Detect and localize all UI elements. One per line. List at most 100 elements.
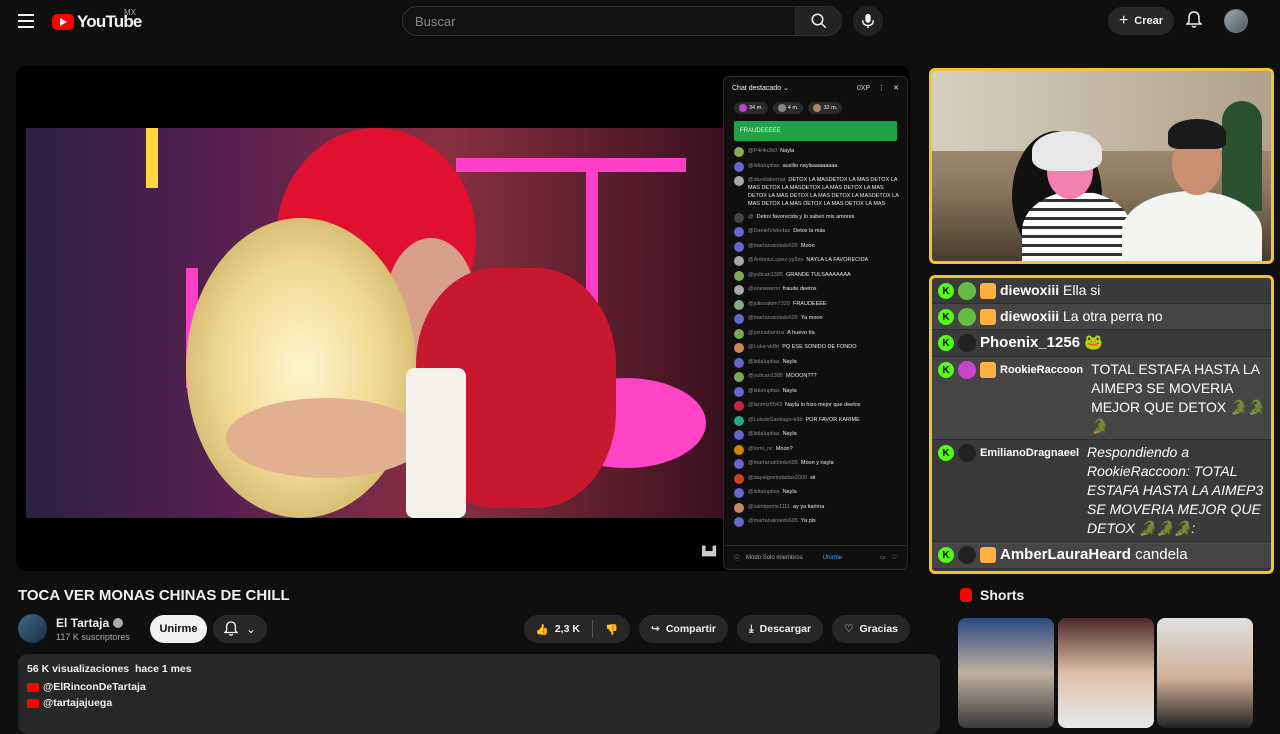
kick-username[interactable]: diewoxiii <box>1000 308 1059 324</box>
kick-username[interactable]: EmilianoDragnaeel <box>980 443 1079 538</box>
bell-icon <box>223 621 238 636</box>
like-dislike-button[interactable]: 👍 2,3 K 👎 <box>523 615 631 643</box>
kick-message-content: AmberLauraHeard candela <box>1000 545 1188 565</box>
chat-username[interactable]: @lidiaIupitas <box>748 359 780 365</box>
chat-join-link[interactable]: Unirme <box>823 555 842 561</box>
chat-username[interactable]: @saintpeme1111 <box>748 504 790 510</box>
chat-avatar[interactable] <box>734 343 744 353</box>
description-link[interactable]: @tartajajuega <box>27 697 931 709</box>
chat-avatar[interactable] <box>734 212 744 223</box>
chat-username[interactable]: @tomi_nc <box>748 446 773 452</box>
kick-username[interactable]: Phoenix_1256 <box>980 334 1080 351</box>
chat-avatar[interactable] <box>734 488 744 498</box>
chat-avatar[interactable] <box>734 473 744 484</box>
chat-message-body: @lidiaIupitas Nayla <box>748 358 797 368</box>
chat-username[interactable]: @lidiaIupitas <box>748 489 780 495</box>
chat-username[interactable]: @DanielVieledaz <box>748 228 790 234</box>
menu-icon[interactable] <box>14 9 38 33</box>
chat-avatar[interactable] <box>734 401 744 411</box>
kick-username[interactable]: diewoxiii <box>1000 282 1059 298</box>
chat-title[interactable]: Chat destacado ⌄ <box>732 84 789 92</box>
chat-avatar[interactable] <box>734 459 744 469</box>
download-button[interactable]: ⤓ Descargar <box>737 615 824 643</box>
chat-username[interactable]: @martanatoledo695 <box>748 243 798 249</box>
chat-username[interactable]: @martanatoledo695 <box>748 518 798 524</box>
info-icon[interactable]: ⓘ <box>734 553 740 562</box>
create-button[interactable]: + Crear <box>1108 7 1174 35</box>
chat-username[interactable]: @lidiaIupitas <box>748 163 780 169</box>
chat-message: @pizzadiantza A huevo tía <box>734 328 901 339</box>
chat-header: Chat destacado ⌄ 0XP ⋮ ✕ <box>724 77 907 99</box>
kick-username[interactable]: RookieRaccoon <box>1000 360 1083 436</box>
chat-pill[interactable]: 32 m. <box>808 102 843 114</box>
chat-pill[interactable]: 34 m. <box>734 102 768 114</box>
chat-username[interactable]: @martanatoledo695 <box>748 315 798 321</box>
youtube-logo[interactable]: YouTube MX <box>52 8 142 32</box>
subscription-bell-button[interactable]: ⌄ <box>213 615 267 643</box>
chat-text: Moon? <box>775 445 793 452</box>
notifications-button[interactable] <box>1183 9 1205 31</box>
shorts-heading: Shorts <box>960 587 1024 603</box>
chat-username[interactable]: @lidiaIupitas <box>748 431 780 437</box>
thumbs-down-icon[interactable]: 👎 <box>605 623 618 636</box>
chat-pill[interactable]: 4 m. <box>772 102 804 114</box>
chat-username[interactable]: @dayalgovindadas2000 <box>748 475 807 481</box>
chat-avatar[interactable] <box>734 147 744 157</box>
chat-avatar[interactable] <box>734 270 744 281</box>
chat-avatar[interactable] <box>734 502 744 513</box>
short-thumbnail[interactable] <box>958 618 1054 728</box>
share-button[interactable]: ↪ Compartir <box>639 615 729 643</box>
chat-username[interactable]: @Luka-vk8rt <box>748 344 779 350</box>
join-button[interactable]: Unirme <box>150 615 207 643</box>
chat-username[interactable]: @yulican1385 <box>748 373 783 379</box>
chat-avatar[interactable] <box>734 415 744 426</box>
thumbs-up-icon[interactable]: 👍 <box>536 623 549 636</box>
thanks-button[interactable]: ♡ Gracias <box>832 615 910 643</box>
chat-avatar[interactable] <box>734 241 744 252</box>
chat-avatar[interactable] <box>734 227 744 237</box>
chat-username[interactable]: @lanmtz5543 <box>748 402 782 408</box>
chat-avatar[interactable] <box>734 299 744 310</box>
short-thumbnail[interactable] <box>1058 618 1154 728</box>
chat-username[interactable]: @ <box>748 214 754 220</box>
short-thumbnail[interactable] <box>1157 618 1253 728</box>
chat-username[interactable]: @lidiaIupitas <box>748 388 780 394</box>
more-options-icon[interactable]: ⋮ <box>878 84 885 92</box>
chat-avatar[interactable] <box>734 372 744 382</box>
chat-avatar[interactable] <box>734 357 744 368</box>
chat-avatar[interactable] <box>734 444 744 455</box>
chat-avatar[interactable] <box>734 314 744 324</box>
chat-username[interactable]: @davidabernaI <box>748 177 785 183</box>
chat-username[interactable]: @juliosakim7329 <box>748 301 790 307</box>
channel-name[interactable]: El Tartaja <box>56 616 124 630</box>
search-input[interactable] <box>415 13 795 29</box>
channel-avatar[interactable] <box>18 614 47 643</box>
chat-avatar[interactable] <box>734 285 744 295</box>
description-link[interactable]: @ElRinconDeTartaja <box>27 681 931 693</box>
chat-avatar[interactable] <box>734 176 744 186</box>
chat-avatar[interactable] <box>734 161 744 172</box>
chat-username[interactable]: @LuisdeSantiago-b9b <box>748 417 803 423</box>
chat-avatar[interactable] <box>734 256 744 266</box>
heart-icon[interactable]: ♡ <box>892 554 897 561</box>
close-icon[interactable]: ✕ <box>893 84 899 92</box>
chat-username[interactable]: @AntonioLopez-yy9zo <box>748 257 803 263</box>
card-icon[interactable]: ▭ <box>880 554 886 561</box>
voice-search-button[interactable] <box>853 6 883 36</box>
chat-username[interactable]: @P4r4n3k0 <box>748 148 777 154</box>
chat-text: Moon <box>800 242 815 249</box>
chat-avatar[interactable] <box>734 328 744 339</box>
chat-avatar[interactable] <box>734 517 744 527</box>
chat-username[interactable]: @yulican1385 <box>748 272 783 278</box>
kick-username[interactable]: AmberLauraHeard <box>1000 546 1131 563</box>
chat-text: Nayla <box>782 431 797 437</box>
account-avatar[interactable] <box>1224 9 1248 33</box>
chat-username[interactable]: @anewwerst <box>748 286 780 292</box>
description-box[interactable]: 56 K visualizaciones hace 1 mes @ElRinco… <box>18 654 940 734</box>
chat-username[interactable]: @martanatoledo695 <box>748 460 798 466</box>
search-button[interactable] <box>796 6 842 36</box>
chat-username[interactable]: @pizzadiantza <box>748 330 784 336</box>
chat-avatar[interactable] <box>734 430 744 440</box>
chat-message: @lidiaIupitas Nayla <box>734 386 901 397</box>
chat-avatar[interactable] <box>734 386 744 397</box>
